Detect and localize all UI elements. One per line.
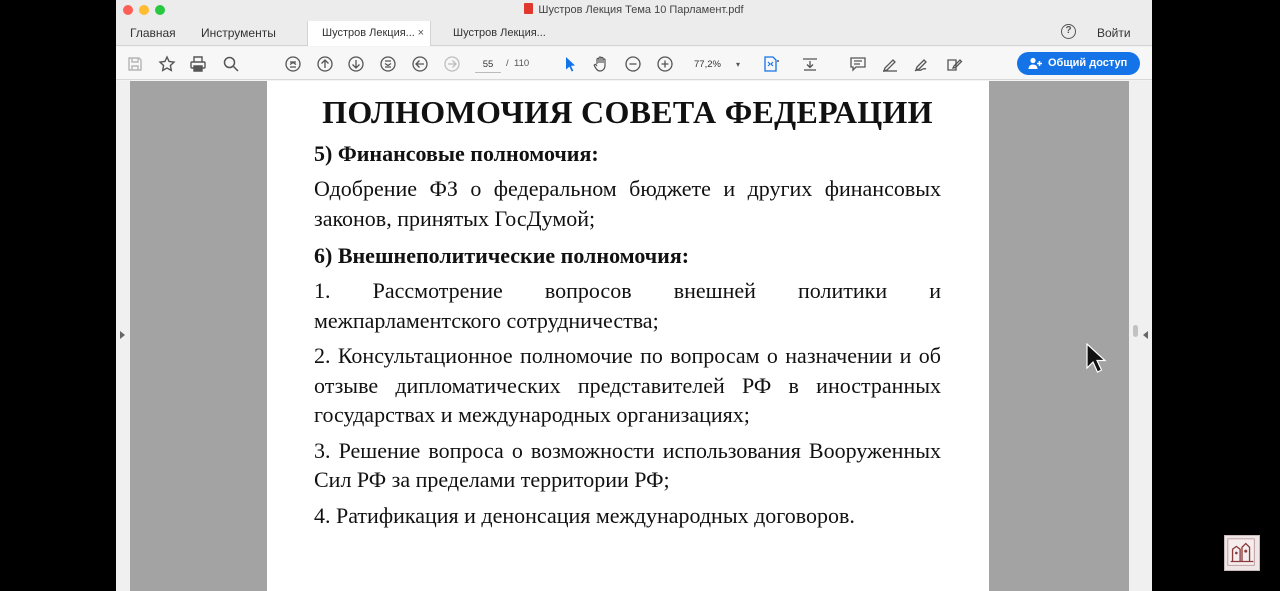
tab-document-second[interactable]: Шустров Лекция... — [439, 21, 557, 46]
print-icon[interactable] — [188, 54, 208, 74]
back-icon[interactable] — [410, 54, 430, 74]
add-user-icon — [1028, 57, 1042, 69]
sign-in-link[interactable]: Войти — [1097, 26, 1131, 40]
search-icon[interactable] — [221, 54, 241, 74]
forward-icon[interactable] — [442, 54, 462, 74]
paragraph-financial: Одобрение ФЗ о федеральном бюджете и дру… — [314, 176, 941, 231]
tab-tools[interactable]: Инструменты — [201, 26, 276, 40]
title-bar: Шустров Лекция Тема 10 Парламент.pdf — [116, 0, 1152, 20]
save-icon[interactable] — [125, 54, 145, 74]
prev-page-icon[interactable] — [315, 54, 335, 74]
channel-logo — [1224, 535, 1260, 571]
chevron-down-icon: ▾ — [735, 60, 740, 69]
document-viewport[interactable]: ПОЛНОМОЧИЯ СОВЕТА ФЕДЕРАЦИИ 5) Финансовы… — [116, 81, 1152, 591]
zoom-out-icon[interactable] — [623, 54, 643, 74]
comment-icon[interactable] — [848, 54, 868, 74]
mouse-cursor-icon — [1086, 343, 1107, 373]
stamp-icon[interactable] — [800, 54, 820, 74]
help-icon[interactable]: ? — [1061, 24, 1076, 39]
tab-close-icon[interactable]: × — [418, 27, 424, 39]
window-title: Шустров Лекция Тема 10 Парламент.pdf — [116, 3, 1152, 16]
left-panel-toggle[interactable] — [116, 81, 130, 591]
star-icon[interactable] — [157, 54, 177, 74]
expand-right-panel-icon[interactable] — [1143, 331, 1148, 339]
right-panel-toggle[interactable] — [1129, 81, 1152, 591]
section-heading-foreign-policy: 6) Внешнеполитические полномочия: — [314, 243, 690, 268]
tab-document-label: Шустров Лекция... — [322, 27, 415, 39]
pdf-page: ПОЛНОМОЧИЯ СОВЕТА ФЕДЕРАЦИИ 5) Финансовы… — [267, 81, 989, 591]
zoom-select[interactable]: 77,2% ▾ — [686, 56, 742, 73]
tab-document-label: Шустров Лекция... — [453, 27, 546, 39]
zoom-value: 77,2% — [694, 59, 721, 70]
hand-icon[interactable] — [591, 54, 611, 74]
highlight-icon[interactable] — [880, 54, 900, 74]
list-item: 4. Ратификация и денонсация международны… — [314, 502, 855, 528]
scroll-up-page-icon[interactable] — [283, 54, 303, 74]
document-title: ПОЛНОМОЧИЯ СОВЕТА ФЕДЕРАЦИИ — [322, 94, 933, 130]
scroll-down-page-icon[interactable] — [378, 54, 398, 74]
tab-home[interactable]: Главная — [130, 26, 176, 40]
tab-bar: Главная Инструменты Шустров Лекция... × … — [116, 20, 1152, 46]
next-page-icon[interactable] — [346, 54, 366, 74]
expand-left-panel-icon[interactable] — [120, 331, 125, 339]
page-content: ПОЛНОМОЧИЯ СОВЕТА ФЕДЕРАЦИИ 5) Финансовы… — [314, 93, 941, 530]
page-total: 110 — [514, 58, 530, 69]
scrollbar-thumb[interactable] — [1133, 325, 1138, 337]
list-item: 2. Консультационное полномочие по вопрос… — [314, 343, 941, 427]
share-label: Общий доступ — [1048, 57, 1128, 69]
list-item: 1. Рассмотрение вопросов внешней политик… — [314, 278, 941, 333]
zoom-in-icon[interactable] — [655, 54, 675, 74]
tab-document-active[interactable]: Шустров Лекция... × — [307, 21, 431, 46]
page-number-input[interactable]: 55 — [475, 56, 501, 73]
edit-icon[interactable] — [944, 54, 964, 74]
sign-icon[interactable] — [912, 54, 932, 74]
pdf-viewer-window: Шустров Лекция Тема 10 Парламент.pdf Гла… — [116, 0, 1152, 591]
list-item: 3. Решение вопроса о возможности использ… — [314, 437, 941, 493]
window-title-text: Шустров Лекция Тема 10 Парламент.pdf — [538, 4, 744, 16]
share-button[interactable]: Общий доступ — [1017, 52, 1140, 75]
fit-page-icon[interactable] — [761, 54, 781, 74]
page-separator: / — [506, 58, 509, 69]
pdf-file-icon — [524, 3, 534, 14]
toolbar: 55 / 110 77,2% ▾ Общий доступ — [116, 47, 1152, 80]
pointer-icon[interactable] — [560, 54, 580, 74]
section-heading-financial: 5) Финансовые полномочия: — [314, 141, 599, 166]
